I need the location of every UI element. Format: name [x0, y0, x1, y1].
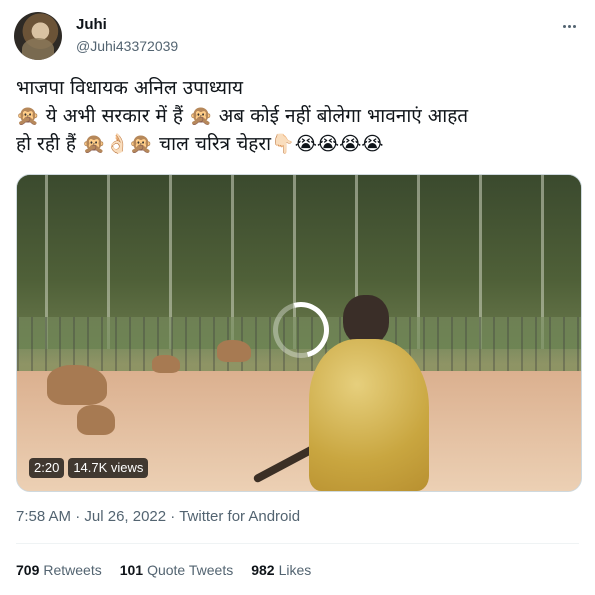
tweet-date[interactable]: Jul 26, 2022: [84, 508, 166, 525]
deer-shape: [152, 355, 180, 373]
tweet-card: Juhi @Juhi43372039 भाजपा विधायक अनिल उपा…: [0, 0, 595, 595]
quote-tweets-stat[interactable]: 101 Quote Tweets: [120, 562, 234, 578]
quote-tweets-count: 101: [119, 562, 144, 578]
video-duration: 2:20: [29, 458, 65, 478]
author-name[interactable]: Juhi: [76, 16, 107, 33]
tweet-source[interactable]: Twitter for Android: [179, 508, 300, 525]
quote-tweets-label: Quote Tweets: [147, 562, 234, 578]
divider: [16, 543, 579, 544]
video-player[interactable]: 2:20 14.7K views: [16, 174, 582, 492]
likes-count: 982: [251, 562, 275, 578]
tweet-line-3: हो रही हैं 🙊👌🏻🙊 चाल चरित्र चेहरा👇🏻😭😭😭😭: [16, 133, 384, 155]
meta-separator: ·: [71, 508, 85, 525]
man-head: [343, 295, 389, 345]
video-views: 14.7K views: [68, 458, 149, 478]
likes-stat[interactable]: 982 Likes: [251, 562, 311, 578]
video-badges: 2:20 14.7K views: [29, 458, 149, 478]
tweet-line-1: भाजपा विधायक अनिल उपाध्याय: [16, 77, 244, 99]
likes-label: Likes: [278, 562, 312, 578]
tweet-stats: 709 Retweets 101 Quote Tweets 982 Likes: [16, 562, 311, 578]
tweet-meta: 7:58 AM · Jul 26, 2022 · Twitter for And…: [16, 508, 300, 525]
retweets-count: 709: [16, 562, 40, 578]
man-body: [309, 339, 429, 491]
tweet-text: भाजपा विधायक अनिल उपाध्याय 🙊 ये अभी सरका…: [16, 74, 584, 158]
deer-shape: [217, 340, 251, 362]
tweet-line-2: 🙊 ये अभी सरकार में हैं 🙊 अब कोई नहीं बोल…: [16, 105, 469, 127]
meta-separator: ·: [166, 508, 180, 525]
author-handle[interactable]: @Juhi43372039: [76, 38, 178, 54]
deer-shape: [47, 365, 107, 405]
tweet-time[interactable]: 7:58 AM: [16, 508, 71, 525]
more-horizontal-icon[interactable]: [559, 16, 579, 36]
avatar[interactable]: [14, 12, 62, 60]
retweets-stat[interactable]: 709 Retweets: [16, 562, 102, 578]
deer-shape: [77, 405, 115, 435]
retweets-label: Retweets: [43, 562, 102, 578]
